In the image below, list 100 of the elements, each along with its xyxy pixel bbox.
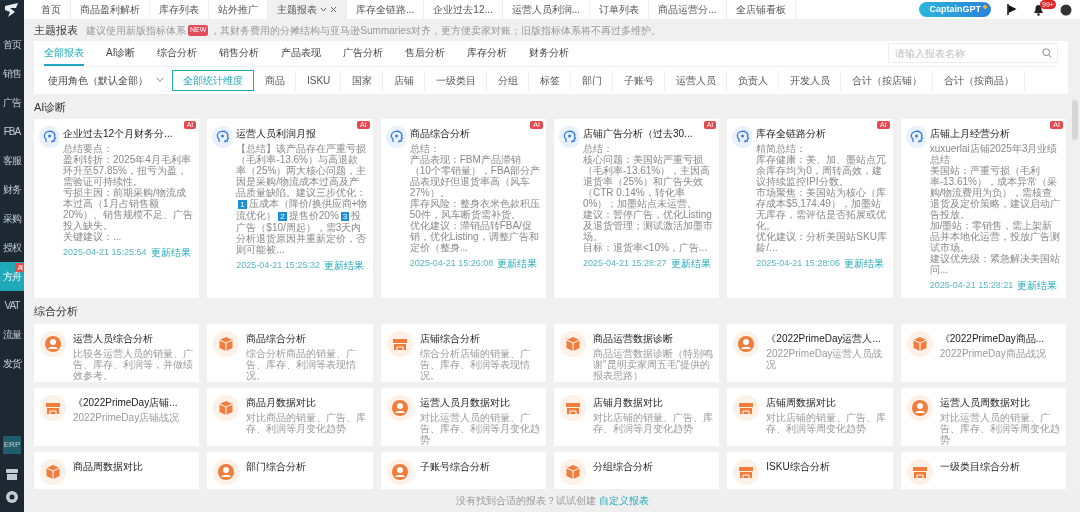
flag-icon[interactable]	[1007, 4, 1017, 15]
card-title: 《2022PrimeDay店铺...	[73, 395, 179, 410]
card-title: 分组综合分析	[593, 459, 654, 474]
report-card[interactable]: 店铺周数据对比 对比店铺的销量、广告、库存、利润等周变化趋势	[727, 387, 893, 446]
card-title: 企业过去12个月财务分...	[63, 127, 174, 141]
sidebar-item[interactable]: FBA	[0, 117, 24, 146]
user-avatar-icon[interactable]	[1060, 3, 1072, 16]
report-card[interactable]: 店铺月数据对比 对比店铺的销量、广告、库存、利润等月变化趋势	[554, 387, 720, 446]
tab[interactable]: 商品盈利解析	[71, 0, 150, 19]
dimension-filter[interactable]: 商品	[254, 69, 296, 91]
notice-text: 建议使用新版指标体系	[86, 23, 186, 38]
report-card[interactable]: 部门综合分析	[207, 451, 373, 489]
card-title: 商品月数据对比	[246, 395, 318, 410]
dimension-filter[interactable]: 标签	[529, 69, 572, 91]
store-icon	[733, 394, 760, 421]
search-field[interactable]: 请输入报表名称	[888, 43, 1058, 63]
timestamp: 2025-04-21 15:28:06	[756, 256, 840, 270]
tab[interactable]: 库存全链路...	[347, 0, 425, 19]
tab[interactable]: 主题报表	[268, 0, 347, 19]
sidebar-item[interactable]: 采购	[0, 204, 24, 233]
report-card[interactable]: 商品运营数据诊断 商品运营数据诊断（特别鸣谢"昆明卖家周五毛"提供的报表思路）	[554, 323, 720, 382]
sidebar-item[interactable]: 发货	[0, 349, 24, 378]
head-icon	[559, 126, 579, 148]
store-icon	[560, 394, 586, 421]
tab[interactable]: 库存列表	[150, 0, 209, 19]
report-card[interactable]: 《2022PrimeDay店铺... 2022PrimeDay店铺战况	[34, 387, 200, 446]
timestamp: 2025-04-21 15:26:08	[409, 256, 494, 270]
category-tab[interactable]: AI诊断	[106, 40, 136, 66]
sidebar-item[interactable]: 流量	[0, 320, 24, 349]
card-description: 2022PrimeDay商品战况	[939, 347, 1047, 359]
summary-text: 精简总结：	[756, 143, 807, 154]
search-icon[interactable]	[1042, 48, 1052, 58]
report-card[interactable]: ISKU综合分析	[727, 451, 893, 489]
store-icon[interactable]	[5, 467, 19, 481]
sidebar-item[interactable]: 财务	[0, 175, 24, 204]
card-title: 一级类目综合分析	[939, 459, 1021, 474]
tab[interactable]: 订单列表	[590, 0, 650, 19]
tab[interactable]: 运营人员利润...	[502, 0, 591, 19]
report-card[interactable]: 运营人员周数据对比 对比运营人员的销量、广告、库存、利润等周变化趋势	[900, 387, 1066, 446]
sidebar-item[interactable]: 授权	[0, 233, 24, 262]
dimension-filter[interactable]: 合计（按商品）	[933, 69, 1026, 91]
dimension-filter[interactable]: 部门	[571, 69, 614, 91]
head-icon	[39, 126, 59, 148]
box-icon	[213, 330, 240, 357]
category-tab[interactable]: 销售分析	[219, 40, 260, 66]
category-tab[interactable]: 财务分析	[529, 40, 570, 66]
box-icon	[560, 458, 586, 485]
report-card[interactable]: 子账号综合分析	[380, 451, 546, 489]
scrollbar[interactable]	[1072, 100, 1078, 140]
caret-icon[interactable]	[156, 77, 164, 83]
report-card[interactable]: 商品周数据对比	[34, 451, 200, 489]
card-title: 店铺广告分析（过去30...	[583, 127, 694, 141]
category-tab[interactable]: 产品表现	[281, 40, 322, 66]
dimension-filter[interactable]: 店铺	[383, 69, 426, 91]
dimension-filter[interactable]: 分组	[487, 69, 530, 91]
dimension-filter[interactable]: 国家	[341, 69, 384, 91]
report-card[interactable]: 运营人员综合分析 比较各运营人员的销量、广告、库存、利润等，并做绩效参考。	[34, 323, 200, 382]
card-description: 2022PrimeDay运营人员战况	[766, 347, 884, 370]
dimension-filter[interactable]: 合计（按店铺）	[841, 69, 934, 91]
box-icon	[906, 330, 933, 357]
role-select[interactable]: 使用角色（默认全部）	[44, 72, 172, 88]
report-card[interactable]: 一级类目综合分析	[900, 451, 1066, 489]
summary-text: xuxuerlai店铺2025年3月业绩总结	[929, 143, 1059, 165]
sidebar-item[interactable]: 销售	[0, 59, 24, 88]
category-tab[interactable]: 库存分析	[467, 40, 508, 66]
report-card[interactable]: 分组综合分析	[554, 451, 720, 489]
bell-icon[interactable]	[1033, 3, 1044, 16]
tab[interactable]: 企业过去12...	[424, 0, 503, 19]
caret-icon[interactable]	[320, 6, 327, 13]
summary-text: 总结要点：	[63, 143, 114, 154]
dimension-filter[interactable]: 一级类目	[425, 69, 488, 91]
dimension-filter[interactable]: 开发人员	[779, 69, 842, 91]
report-card[interactable]: 商品月数据对比 对比商品的销量、广告、库存、利润等月变化趋势	[207, 387, 373, 446]
dimension-filter[interactable]: 负责人	[727, 69, 780, 91]
dimension-filter[interactable]: 运营人员	[665, 69, 728, 91]
close-icon[interactable]	[330, 6, 337, 13]
person-icon	[386, 394, 413, 421]
report-card[interactable]: 《2022PrimeDay运营人... 2022PrimeDay运营人员战况	[727, 323, 893, 382]
summary-text: 核心问题：美国站严重亏损（毛利率-13.61%），主因高退货率（25%）和广告失效（CTR 0.14%，转化率0%）；加墨站点未运营。	[583, 154, 712, 209]
report-card[interactable]: 商品综合分析 综合分析商品的销量、广告、库存、利润等表现情况。	[207, 323, 373, 382]
card-description: 对比店铺的销量、广告、库存、利润等月变化趋势	[593, 411, 714, 434]
person-icon	[213, 458, 240, 485]
sidebar-item[interactable]: VAT	[0, 291, 24, 320]
card-title: 运营人员综合分析	[73, 331, 154, 346]
report-card[interactable]: 店铺综合分析 综合分析店铺的销量、广告、库存、利润等表现情况。	[380, 323, 546, 382]
tab[interactable]: 商品运营分...	[649, 0, 727, 19]
report-card[interactable]: 运营人员月数据对比 对比运营人员的销量、广告、库存、利润等月变化趋势	[380, 387, 546, 446]
tab[interactable]: 全店铺看板	[726, 0, 796, 19]
category-tab[interactable]: 售后分析	[405, 40, 446, 66]
dimension-filter[interactable]: 子账号	[613, 69, 666, 91]
sidebar-item[interactable]: 首页	[0, 30, 24, 59]
sidebar-item[interactable]: 广告	[0, 88, 24, 117]
summary-text: 目标：退货率<10%，广告...	[583, 242, 709, 253]
dimension-filter[interactable]: ISKU	[296, 69, 342, 91]
sidebar-item[interactable]: 客服	[0, 146, 24, 175]
tab[interactable]: 首页	[32, 0, 71, 19]
category-tab[interactable]: 广告分析	[343, 40, 384, 66]
report-card[interactable]: 《2022PrimeDay商品... 2022PrimeDay商品战况	[900, 323, 1066, 382]
category-tab[interactable]: 综合分析	[157, 40, 198, 66]
card-description: 2022PrimeDay店铺战况	[73, 411, 181, 423]
